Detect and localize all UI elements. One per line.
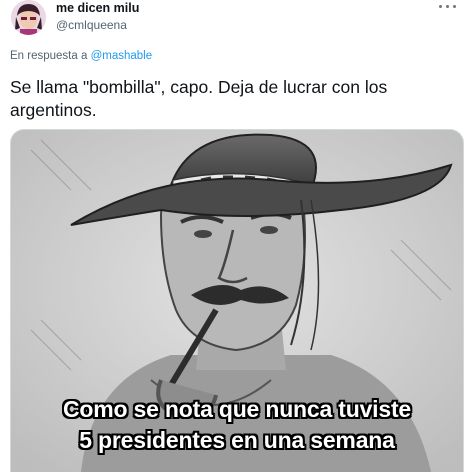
reply-prefix: En respuesta a	[10, 50, 88, 62]
meme-caption-line-2: 5 presidentes en una semana	[79, 427, 395, 453]
tweet-text: Se llama "bombilla", capo. Deja de lucra…	[10, 77, 388, 120]
author-name[interactable]: me dicen milu	[56, 1, 139, 15]
tweet: me dicen milu @cmlqueena En respuesta a …	[0, 0, 469, 472]
author-handle[interactable]: @cmlqueena	[56, 18, 127, 32]
meme-caption-line-1: Como se nota que nunca tuviste	[63, 396, 411, 422]
avatar[interactable]	[11, 0, 46, 35]
more-options-icon[interactable]	[437, 0, 459, 14]
tweet-image[interactable]: Como se nota que nunca tuviste 5 preside…	[10, 129, 464, 472]
reply-context: En respuesta a @mashable	[10, 50, 152, 62]
reply-mention-link[interactable]: @mashable	[91, 50, 153, 62]
